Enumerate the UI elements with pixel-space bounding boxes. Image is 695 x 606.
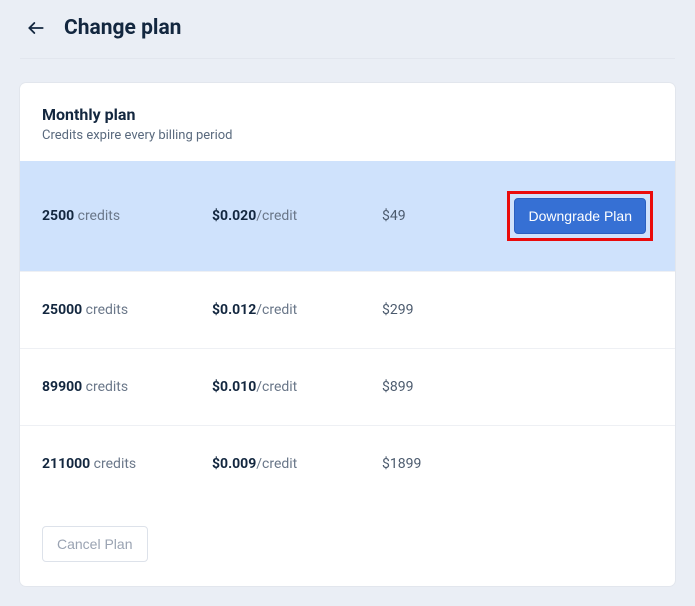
plan-rate-amount: $0.020 <box>212 208 256 224</box>
plan-rate: $0.020/credit <box>212 208 382 224</box>
plan-credits-label: credits <box>82 302 128 318</box>
plan-price: $299 <box>382 302 472 318</box>
plan-rate-amount: $0.009 <box>212 456 256 472</box>
plan-section-subtitle: Credits expire every billing period <box>20 124 675 161</box>
page-title: Change plan <box>64 16 181 40</box>
plan-credits-amount: 89900 <box>42 379 82 395</box>
plan-credits: 211000 credits <box>42 456 212 472</box>
plan-rate-label: /credit <box>256 302 297 318</box>
plan-rate-amount: $0.010 <box>212 379 256 395</box>
cancel-plan-button[interactable]: Cancel Plan <box>42 526 148 562</box>
plan-row[interactable]: 2500 credits$0.020/credit$49Downgrade Pl… <box>20 161 675 272</box>
plan-credits-label: credits <box>74 208 120 224</box>
plan-credits-amount: 25000 <box>42 302 82 318</box>
plan-rate-label: /credit <box>256 456 297 472</box>
plan-credits-amount: 211000 <box>42 456 90 472</box>
page-header: Change plan <box>0 0 695 58</box>
plan-rate-label: /credit <box>256 379 297 395</box>
plan-rate-label: /credit <box>256 208 297 224</box>
plan-credits: 25000 credits <box>42 302 212 318</box>
plan-action-cell: Downgrade Plan <box>472 191 653 241</box>
plan-credits: 89900 credits <box>42 379 212 395</box>
plan-card: Monthly plan Credits expire every billin… <box>20 83 675 586</box>
header-divider <box>20 58 675 59</box>
highlight-box: Downgrade Plan <box>507 191 653 241</box>
plan-rate: $0.009/credit <box>212 456 382 472</box>
plan-row[interactable]: 211000 credits$0.009/credit$1899 <box>20 426 675 502</box>
plan-row[interactable]: 25000 credits$0.012/credit$299 <box>20 272 675 349</box>
plan-section-title: Monthly plan <box>20 105 675 124</box>
plan-credits-amount: 2500 <box>42 208 74 224</box>
plan-price: $49 <box>382 208 472 224</box>
plan-rate-amount: $0.012 <box>212 302 256 318</box>
plan-rate: $0.010/credit <box>212 379 382 395</box>
plan-rate: $0.012/credit <box>212 302 382 318</box>
downgrade-plan-button[interactable]: Downgrade Plan <box>514 198 646 234</box>
plan-credits-label: credits <box>90 456 136 472</box>
back-arrow-icon[interactable] <box>26 18 46 38</box>
plan-price: $1899 <box>382 456 472 472</box>
plan-credits-label: credits <box>82 379 128 395</box>
plan-credits: 2500 credits <box>42 208 212 224</box>
plan-row[interactable]: 89900 credits$0.010/credit$899 <box>20 349 675 426</box>
plan-price: $899 <box>382 379 472 395</box>
